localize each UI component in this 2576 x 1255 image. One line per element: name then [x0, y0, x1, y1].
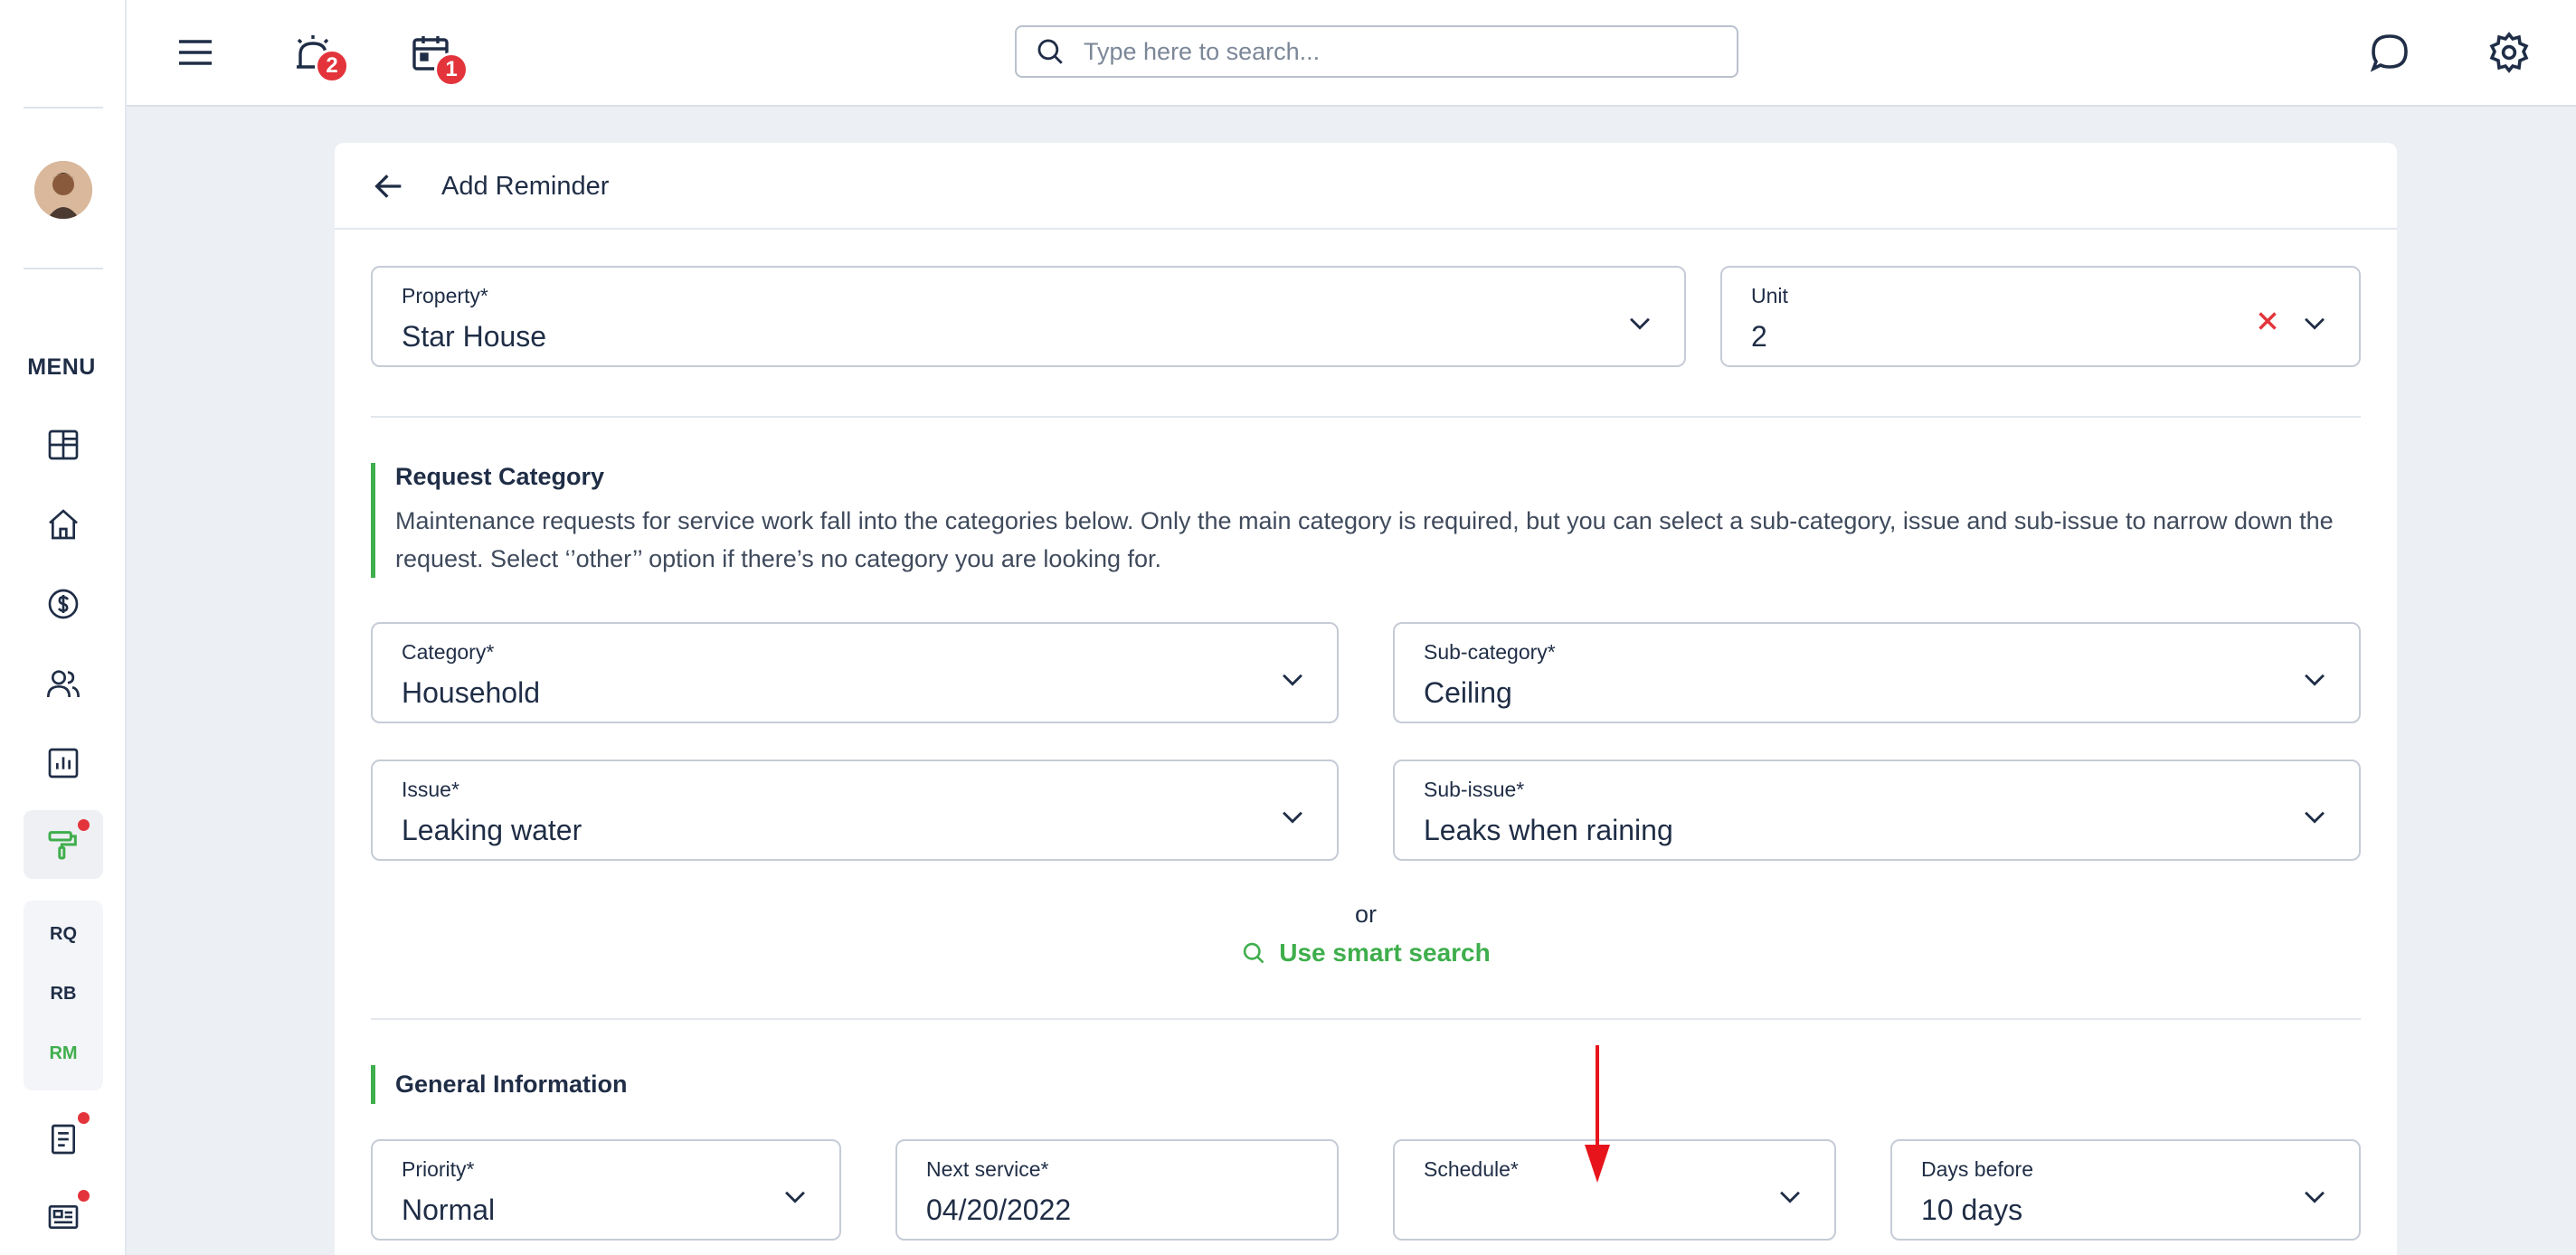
users-icon[interactable] — [38, 658, 89, 709]
days-before-select[interactable]: Days before 10 days — [1890, 1139, 2361, 1241]
days-before-label: Days before — [1921, 1157, 2034, 1181]
sub-issue-label: Sub-issue* — [1424, 778, 1525, 801]
sub-issue-value: Leaks when raining — [1424, 814, 1673, 846]
general-information-section: General Information — [371, 1065, 628, 1104]
calendar-badge: 1 — [434, 52, 469, 87]
subnav: RQ RB RM — [24, 901, 103, 1090]
search-icon — [1037, 39, 1063, 64]
chevron-down-icon[interactable] — [1624, 307, 1655, 338]
chevron-down-icon[interactable] — [780, 1181, 810, 1212]
unit-label: Unit — [1751, 284, 1788, 307]
home-icon[interactable] — [38, 499, 89, 550]
smart-search-link[interactable]: Use smart search — [335, 939, 2397, 967]
chevron-down-icon[interactable] — [1277, 801, 1308, 832]
search-input[interactable] — [1084, 37, 1717, 66]
search-box[interactable] — [1015, 25, 1738, 78]
dollar-icon[interactable] — [38, 579, 89, 629]
category-select[interactable]: Category* Household — [371, 622, 1339, 723]
clear-icon[interactable] — [2252, 306, 2283, 336]
notification-dot — [78, 1190, 90, 1202]
priority-select[interactable]: Priority* Normal — [371, 1139, 841, 1241]
search-icon — [1244, 942, 1264, 964]
issue-label: Issue* — [402, 778, 459, 801]
notification-dot — [78, 819, 90, 831]
back-arrow-icon[interactable] — [371, 168, 407, 204]
unit-value: 2 — [1751, 320, 1767, 353]
sidebar-divider — [24, 268, 103, 269]
property-label: Property* — [402, 284, 488, 307]
unit-select[interactable]: Unit 2 — [1720, 266, 2361, 367]
chevron-down-icon[interactable] — [2299, 801, 2330, 832]
sub-category-label: Sub-category* — [1424, 640, 1556, 664]
hamburger-menu-icon[interactable] — [168, 25, 223, 80]
add-reminder-card: Add Reminder Property* Star House Unit 2… — [335, 143, 2397, 1255]
request-category-description: Maintenance requests for service work fa… — [395, 507, 2334, 572]
property-select[interactable]: Property* Star House — [371, 266, 1686, 367]
notifications-badge: 2 — [315, 49, 349, 83]
priority-value: Normal — [402, 1194, 496, 1226]
gear-icon[interactable] — [2482, 25, 2536, 80]
sidebar-divider — [24, 107, 103, 109]
page-title: Add Reminder — [441, 172, 610, 201]
next-service-label: Next service* — [926, 1157, 1049, 1181]
chevron-down-icon[interactable] — [1277, 664, 1308, 694]
issue-value: Leaking water — [402, 814, 582, 846]
menu-label: MENU — [27, 354, 96, 380]
chevron-down-icon[interactable] — [1775, 1181, 1805, 1212]
annotation-arrow-icon — [1585, 1045, 1610, 1183]
chevron-down-icon[interactable] — [2299, 664, 2330, 694]
sidebar: MENU RQ RB RM — [0, 0, 127, 1255]
dashboard-icon[interactable] — [38, 420, 89, 470]
smart-search-label: Use smart search — [1279, 939, 1491, 967]
category-value: Household — [402, 676, 540, 709]
notification-dot — [78, 1112, 90, 1124]
section-divider — [371, 1018, 2361, 1020]
property-value: Star House — [402, 320, 547, 353]
days-before-value: 10 days — [1921, 1194, 2023, 1226]
chevron-down-icon[interactable] — [2299, 1181, 2330, 1212]
card-header: Add Reminder — [335, 143, 2397, 230]
request-category-section: Request Category Maintenance requests fo… — [371, 463, 2349, 578]
issue-select[interactable]: Issue* Leaking water — [371, 760, 1339, 861]
next-service-value: 04/20/2022 — [926, 1194, 1072, 1226]
or-separator: or — [1354, 901, 1377, 928]
subnav-item-rm[interactable]: RM — [24, 1043, 103, 1064]
general-information-title: General Information — [395, 1071, 628, 1098]
request-category-title: Request Category — [395, 463, 605, 490]
schedule-select[interactable]: Schedule* — [1393, 1139, 1836, 1241]
sub-category-value: Ceiling — [1424, 676, 1512, 709]
reports-icon[interactable] — [38, 738, 89, 788]
category-label: Category* — [402, 640, 495, 664]
section-divider — [371, 416, 2361, 418]
schedule-label: Schedule* — [1424, 1157, 1519, 1181]
chat-icon[interactable] — [2363, 25, 2417, 80]
chevron-down-icon[interactable] — [2299, 307, 2330, 338]
sub-issue-select[interactable]: Sub-issue* Leaks when raining — [1393, 760, 2361, 861]
subnav-item-rb[interactable]: RB — [24, 984, 103, 1005]
sub-category-select[interactable]: Sub-category* Ceiling — [1393, 622, 2361, 723]
topbar: 2 1 — [127, 0, 2576, 107]
avatar[interactable] — [34, 161, 92, 219]
priority-label: Priority* — [402, 1157, 475, 1181]
subnav-item-rq[interactable]: RQ — [24, 924, 103, 945]
next-service-field[interactable]: Next service* 04/20/2022 — [895, 1139, 1339, 1241]
